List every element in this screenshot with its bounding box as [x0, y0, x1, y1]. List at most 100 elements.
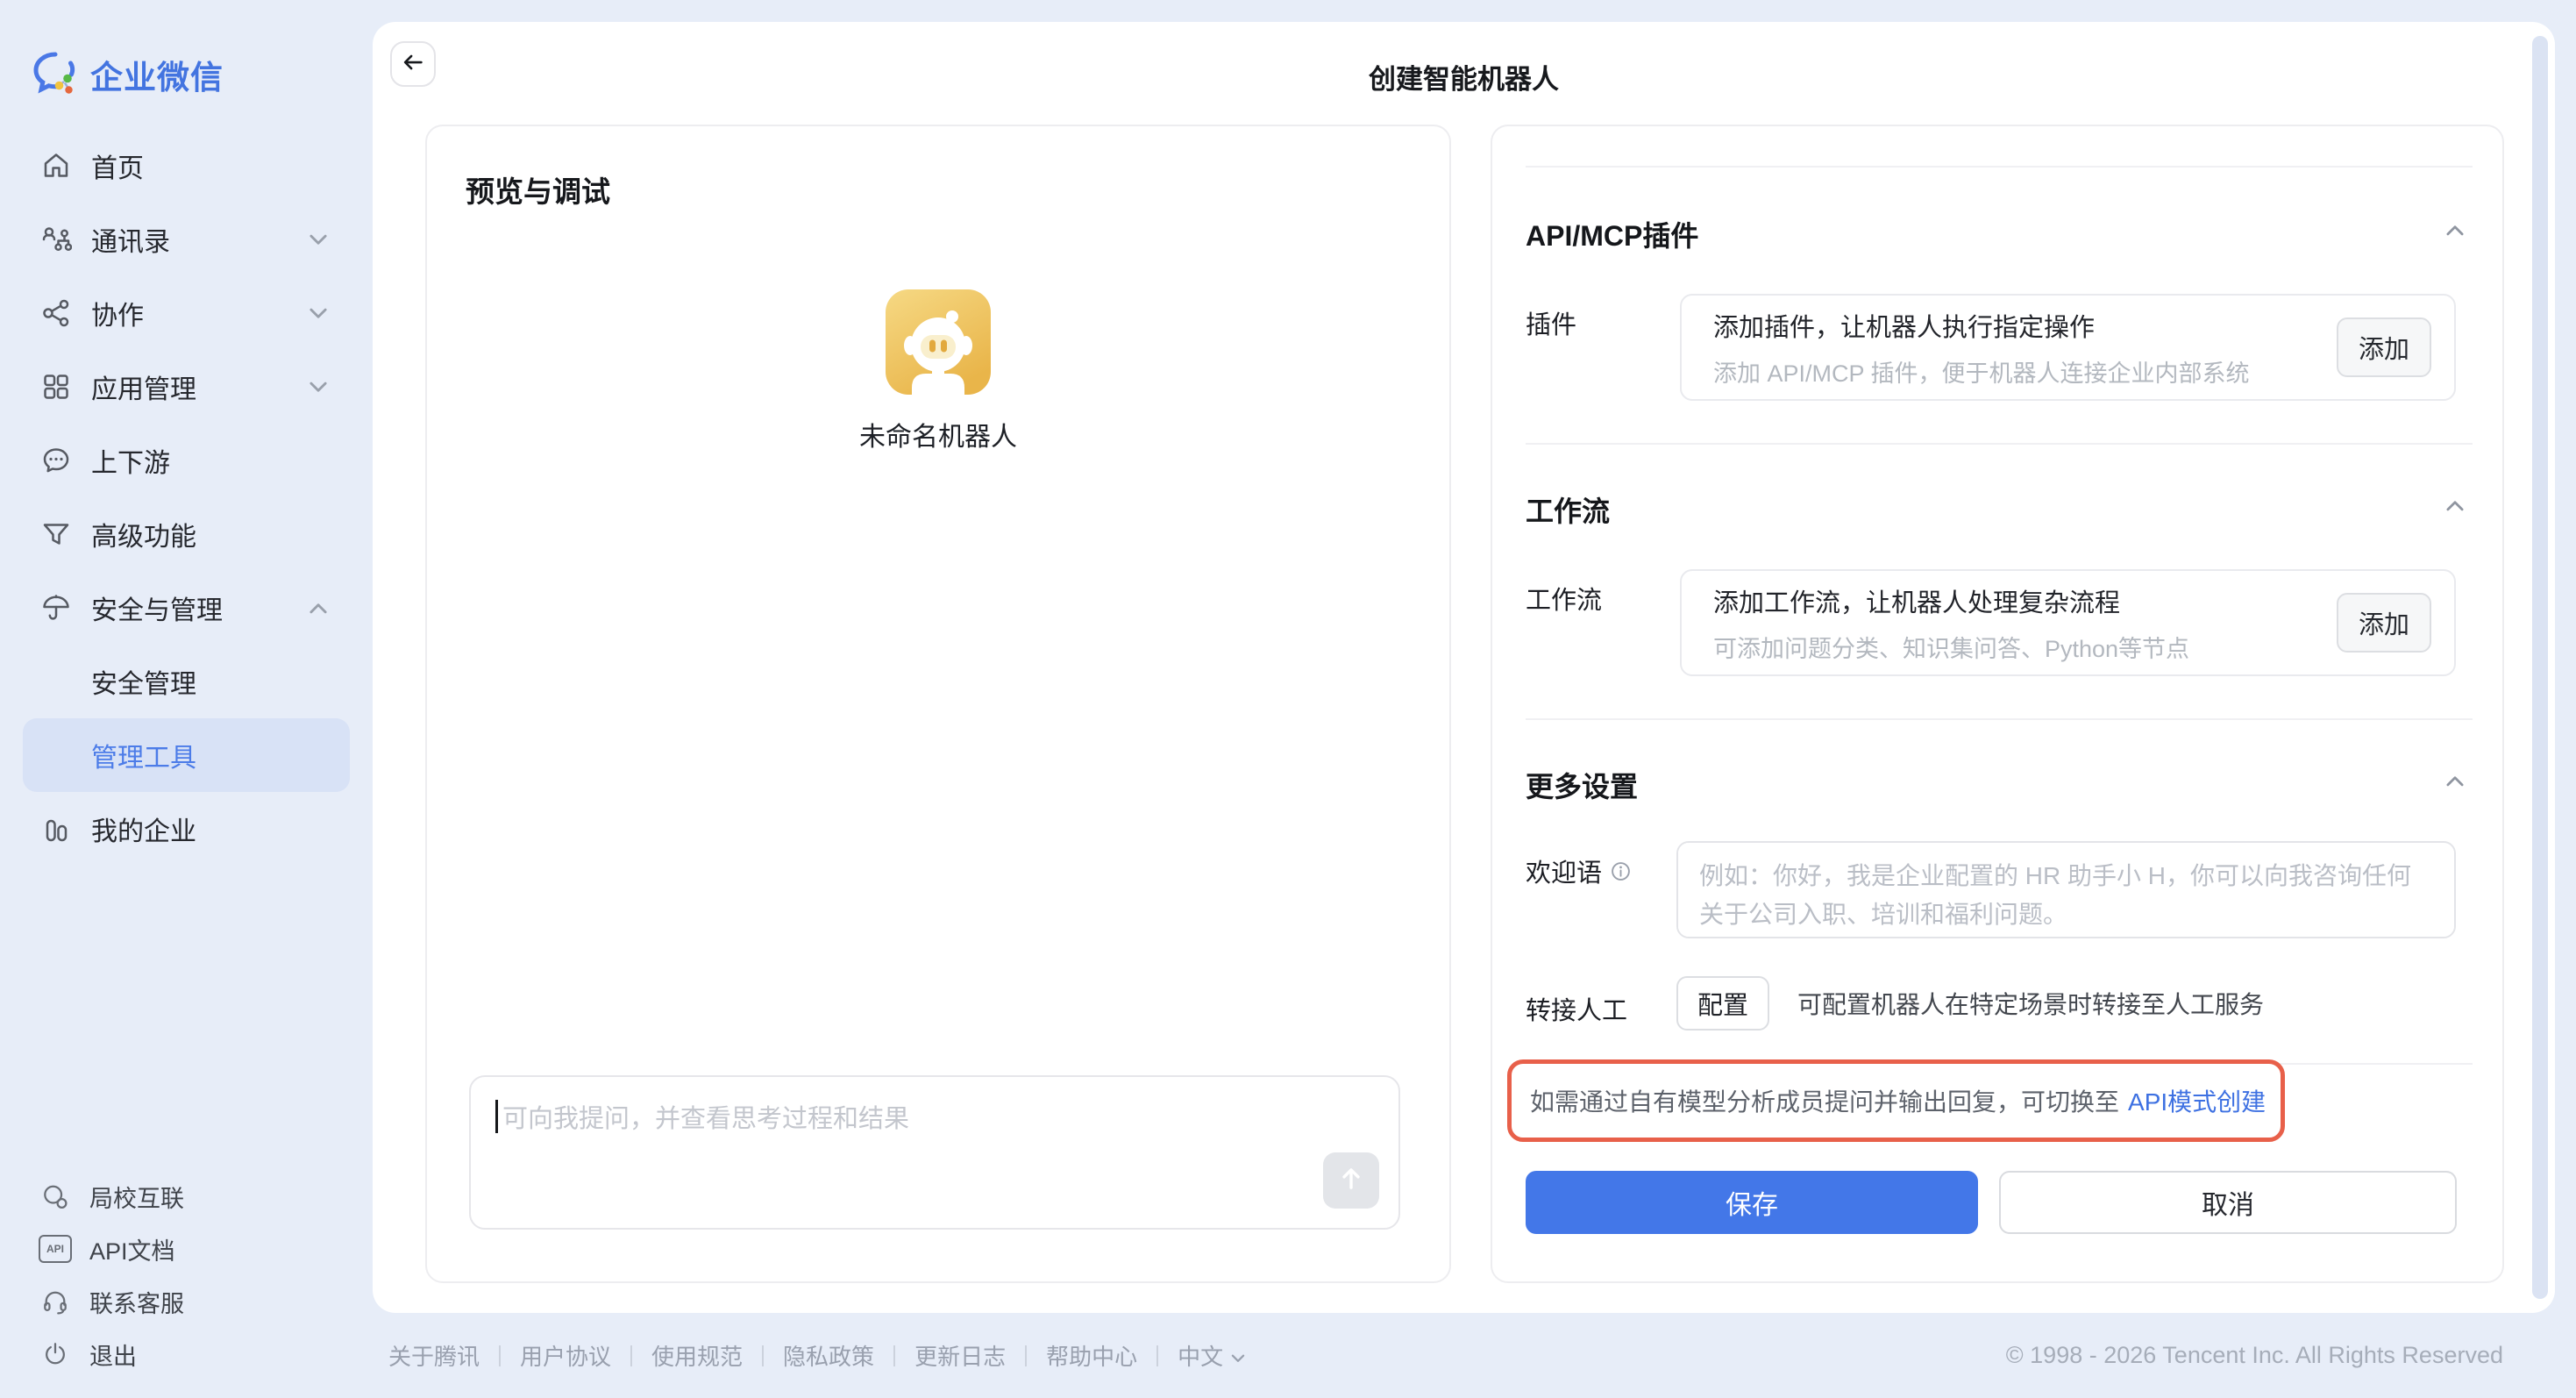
welcome-message-field[interactable] [1676, 841, 2456, 938]
plugin-row-label: 插件 [1526, 311, 1577, 339]
section-divider [1526, 443, 2473, 445]
api-mode-notice-highlight: 如需通过自有模型分析成员提问并输出回复，可切换至 API模式创建 [1507, 1059, 2285, 1142]
api-mode-link[interactable]: API模式创建 [2128, 1083, 2266, 1118]
scrollbar[interactable] [2532, 36, 2548, 1299]
sidebar-item-management-tools[interactable]: 管理工具 [23, 718, 350, 792]
language-selector[interactable]: 中文 [1178, 1339, 1245, 1372]
home-icon [39, 150, 74, 182]
sidebar-item-security-admin[interactable]: 安全管理 [23, 645, 350, 718]
divider [630, 1345, 633, 1366]
arrow-up-icon [1336, 1164, 1366, 1198]
sidebar-item-label: 应用管理 [91, 375, 196, 404]
chevron-down-icon [1231, 1342, 1245, 1369]
umbrella-icon [39, 592, 74, 624]
chevron-down-icon [310, 382, 327, 393]
sidebar-item-label: 安全与管理 [91, 596, 223, 625]
welcome-label-row: 欢迎语 [1526, 852, 1631, 889]
welcome-label: 欢迎语 [1526, 859, 1603, 888]
sidebar-item-label: 首页 [91, 154, 144, 183]
chevron-down-icon [310, 308, 327, 319]
footer-link-help[interactable]: 帮助中心 [1046, 1339, 1137, 1372]
footer-link-agreement[interactable]: 用户协议 [520, 1339, 611, 1372]
sidebar-item-security-management[interactable]: 安全与管理 [23, 571, 350, 645]
chevron-up-icon [310, 603, 327, 614]
cancel-button[interactable]: 取消 [1999, 1171, 2457, 1234]
filter-icon [39, 518, 74, 550]
chevron-down-icon [310, 234, 327, 246]
sidebar-item-school-link[interactable]: 局校互联 [23, 1170, 350, 1223]
workflow-add-card: 添加工作流，让机器人处理复杂流程 可添加问题分类、知识集问答、Python等节点… [1680, 569, 2456, 676]
linked-circles-icon [39, 1183, 72, 1209]
section-divider [1526, 166, 2473, 168]
sidebar-item-collaboration[interactable]: 协作 [23, 276, 350, 350]
handoff-config-button[interactable]: 配置 [1676, 976, 1769, 1031]
send-button[interactable] [1323, 1152, 1379, 1209]
sidebar-item-label: API文档 [89, 1238, 175, 1265]
bar-chart-icon [39, 813, 74, 845]
sidebar-item-label: 通讯录 [91, 228, 170, 257]
chat-placeholder: 可向我提问，并查看思考过程和结果 [502, 1105, 910, 1133]
footer-link-privacy[interactable]: 隐私政策 [783, 1339, 874, 1372]
plugin-section-title: API/MCP插件 [1526, 220, 1699, 252]
sidebar-item-label: 上下游 [91, 449, 170, 478]
info-icon[interactable] [1611, 861, 1631, 881]
section-divider [1526, 718, 2473, 720]
headset-icon [39, 1288, 72, 1315]
app-grid-icon [39, 371, 74, 403]
plugin-add-button[interactable]: 添加 [2337, 317, 2431, 377]
language-label: 中文 [1178, 1344, 1224, 1370]
preview-panel: 预览与调试 未命名机器人 可向我提问，并查看思考过程和结果 [425, 125, 1451, 1283]
sidebar-item-home[interactable]: 首页 [23, 129, 350, 203]
footer-link-changelog[interactable]: 更新日志 [914, 1339, 1006, 1372]
footer-link-about[interactable]: 关于腾讯 [388, 1339, 480, 1372]
page-footer: 关于腾讯 用户协议 使用规范 隐私政策 更新日志 帮助中心 中文 © 1998 … [0, 1313, 2576, 1398]
divider [1025, 1345, 1028, 1366]
sidebar-item-api-docs[interactable]: API API文档 [23, 1223, 350, 1275]
brand-logo[interactable]: 企业微信 [32, 51, 224, 98]
sidebar: 企业微信 首页 通讯录 协作 应用管理 上下游 高级功能 安全与管理 安全管理 … [0, 0, 373, 1398]
wework-logo-icon [32, 52, 78, 98]
sidebar-item-label: 高级功能 [91, 523, 196, 552]
main-content: 创建智能机器人 预览与调试 未命名机器人 可向我提问，并查看思考过程和结果 AP… [373, 22, 2555, 1313]
sidebar-item-label: 我的企业 [91, 817, 196, 846]
brand-name: 企业微信 [90, 60, 224, 96]
workflow-row-label: 工作流 [1526, 587, 1603, 615]
sidebar-item-label: 安全管理 [91, 670, 196, 699]
settings-panel: API/MCP插件 插件 添加插件，让机器人执行指定操作 添加 API/MCP … [1491, 125, 2504, 1283]
sidebar-item-apps[interactable]: 应用管理 [23, 350, 350, 424]
wework-admin-page: 企业微信 首页 通讯录 协作 应用管理 上下游 高级功能 安全与管理 安全管理 … [0, 0, 2576, 1398]
workflow-add-button[interactable]: 添加 [2337, 593, 2431, 653]
divider [499, 1345, 502, 1366]
sidebar-item-label: 协作 [91, 302, 144, 331]
collaboration-icon [39, 297, 74, 329]
more-section-title: 更多设置 [1526, 771, 1639, 802]
handoff-description: 可配置机器人在特定场景时转接至人工服务 [1797, 991, 2265, 1018]
handoff-label: 转接人工 [1526, 997, 1628, 1025]
chevron-up-icon[interactable] [2446, 225, 2464, 236]
text-caret [495, 1100, 498, 1133]
preview-title: 预览与调试 [466, 175, 610, 208]
chat-bubble-icon [39, 445, 74, 476]
chat-placeholder-row: 可向我提问，并查看思考过程和结果 [495, 1098, 909, 1135]
api-doc-icon: API [39, 1235, 72, 1263]
bot-name: 未命名机器人 [859, 423, 1017, 452]
bot-preview: 未命名机器人 [427, 289, 1449, 453]
chat-input[interactable]: 可向我提问，并查看思考过程和结果 [469, 1075, 1400, 1230]
chevron-up-icon[interactable] [2446, 500, 2464, 511]
sidebar-item-updownstream[interactable]: 上下游 [23, 424, 350, 497]
sidebar-item-my-company[interactable]: 我的企业 [23, 792, 350, 866]
save-button[interactable]: 保存 [1526, 1171, 1978, 1234]
page-title: 创建智能机器人 [1369, 64, 1559, 95]
contacts-icon [39, 224, 74, 255]
sidebar-nav: 首页 通讯录 协作 应用管理 上下游 高级功能 安全与管理 安全管理 管理工具 … [0, 129, 373, 866]
divider [1156, 1345, 1159, 1366]
footer-link-rules[interactable]: 使用规范 [651, 1339, 743, 1372]
copyright-text: © 1998 - 2026 Tencent Inc. All Rights Re… [2005, 1342, 2503, 1368]
sidebar-item-contacts[interactable]: 通讯录 [23, 203, 350, 276]
chevron-up-icon[interactable] [2446, 775, 2464, 787]
notice-text: 如需通过自有模型分析成员提问并输出回复，可切换至 [1530, 1088, 2120, 1116]
robot-avatar [886, 289, 991, 399]
divider [762, 1345, 765, 1366]
footer-links: 关于腾讯 用户协议 使用规范 隐私政策 更新日志 帮助中心 中文 [388, 1339, 1245, 1372]
sidebar-item-advanced[interactable]: 高级功能 [23, 497, 350, 571]
